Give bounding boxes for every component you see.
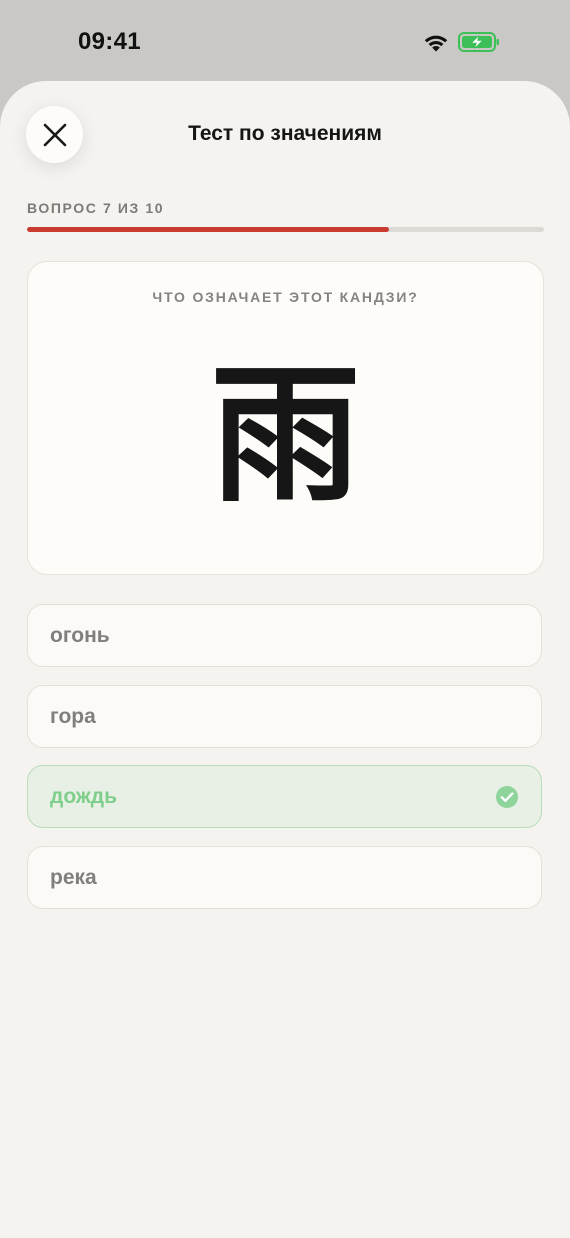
answer-label: огонь — [50, 623, 110, 647]
answer-label: дождь — [50, 784, 118, 808]
answer-label: река — [50, 865, 97, 889]
progress-label: ВОПРОС 7 ИЗ 10 — [27, 200, 165, 216]
answer-option-2[interactable]: гора — [27, 685, 542, 748]
page-title: Тест по значениям — [188, 122, 382, 145]
progress-bar — [27, 227, 544, 232]
check-circle-icon — [496, 785, 518, 808]
battery-charging-icon — [458, 32, 499, 52]
kanji-character: 雨 — [210, 347, 361, 523]
answer-option-1[interactable]: огонь — [27, 604, 542, 667]
answer-label: гора — [50, 704, 96, 728]
status-bar: 09:41 — [0, 0, 570, 80]
answer-option-3-correct[interactable]: дождь — [27, 765, 542, 828]
question-card: ЧТО ОЗНАЧАЕТ ЭТОТ КАНДЗИ? 雨 — [27, 261, 544, 575]
answer-option-4[interactable]: река — [27, 846, 542, 909]
question-prompt: ЧТО ОЗНАЧАЕТ ЭТОТ КАНДЗИ? — [152, 289, 419, 305]
wifi-icon — [424, 35, 448, 52]
status-time: 09:41 — [78, 28, 141, 55]
progress-fill — [27, 227, 389, 232]
